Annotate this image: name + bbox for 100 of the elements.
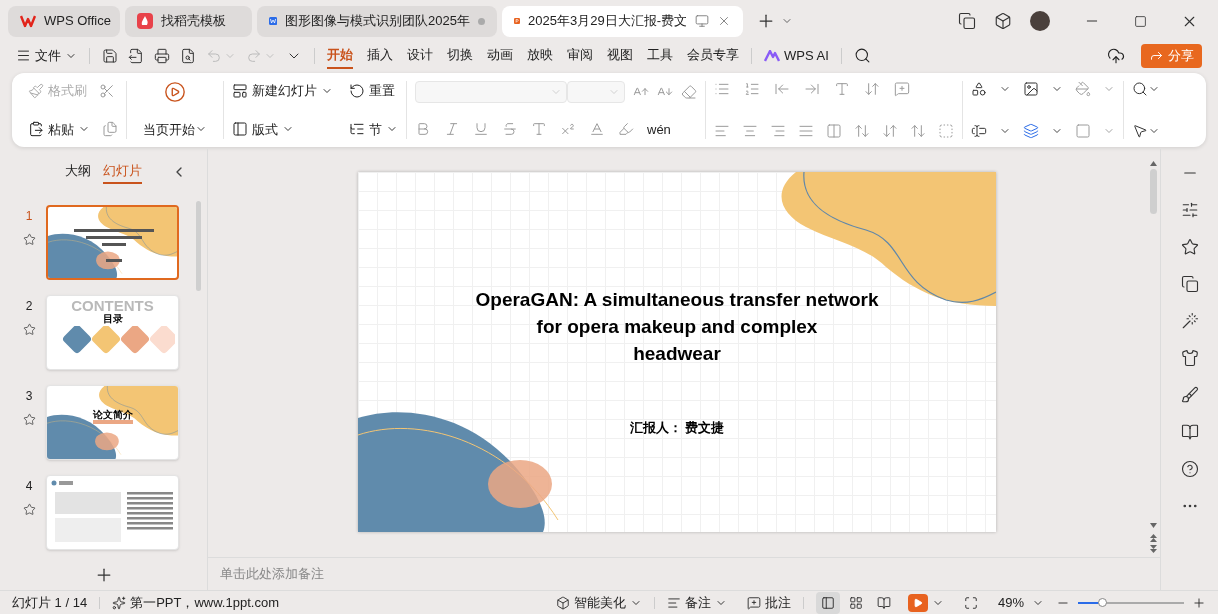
cloud-upload-icon[interactable]	[1107, 46, 1125, 65]
increase-indent-icon[interactable]	[804, 81, 820, 97]
print-icon[interactable]	[154, 47, 170, 64]
star-icon[interactable]	[22, 233, 36, 246]
window-tab[interactable]: 找稻壳模板	[125, 5, 252, 37]
text-box-icon[interactable]	[971, 123, 987, 139]
slide-thumbnail[interactable]	[46, 205, 179, 280]
windows-icon[interactable]	[958, 12, 976, 30]
star-icon[interactable]	[22, 503, 36, 516]
print-preview-icon[interactable]	[180, 47, 196, 64]
reset-button[interactable]: 重置	[349, 81, 398, 101]
beautify-button[interactable]: 智能美化	[555, 592, 642, 613]
template-link[interactable]: 第一PPT，www.1ppt.com	[112, 592, 279, 613]
play-from-current-button[interactable]: 当页开始	[135, 81, 215, 139]
notes-icon[interactable]	[666, 595, 681, 610]
new-slide-icon[interactable]	[232, 82, 248, 99]
zoom-level[interactable]: 49%	[997, 592, 1024, 613]
star-icon[interactable]	[1180, 238, 1199, 256]
numbered-list-icon[interactable]	[744, 81, 760, 97]
redo-icon[interactable]	[246, 47, 262, 64]
slide-thumbnail[interactable]: 论文简介	[46, 385, 179, 460]
new-slide-button[interactable]: 新建幻灯片	[232, 81, 333, 101]
picture-icon[interactable]	[1023, 81, 1039, 97]
scrollbar[interactable]	[196, 201, 201, 291]
cube-icon[interactable]	[994, 12, 1012, 30]
outline-icon[interactable]	[1075, 123, 1091, 139]
notes-button[interactable]: 备注	[666, 592, 727, 613]
grid-view-icon[interactable]	[848, 595, 863, 610]
section-button[interactable]: 节	[349, 119, 398, 139]
line-spacing-icon[interactable]	[910, 123, 926, 139]
reset-icon[interactable]	[349, 82, 365, 99]
text-sort-icon[interactable]	[864, 81, 880, 97]
panel-tab[interactable]: 幻灯片	[103, 160, 142, 184]
fit-window-icon[interactable]	[963, 595, 978, 610]
monitor-icon[interactable]	[695, 14, 709, 28]
shapes-icon[interactable]	[971, 81, 987, 97]
columns-icon[interactable]	[826, 123, 842, 139]
next-slide-icon[interactable]	[1149, 545, 1157, 553]
shirt-icon[interactable]	[1180, 349, 1199, 367]
highlighter-icon[interactable]	[618, 121, 634, 138]
slide-thumbnail[interactable]: CONTENTS 目录	[46, 295, 179, 370]
font-color-icon[interactable]	[589, 121, 605, 138]
paragraph-spacing-icon[interactable]	[854, 123, 870, 139]
justify-icon[interactable]	[798, 123, 814, 139]
bullet-list-icon[interactable]	[714, 81, 730, 97]
scroll-down-icon[interactable]	[1149, 523, 1157, 528]
select-icon[interactable]	[1132, 123, 1148, 139]
scroll-up-icon[interactable]	[1149, 161, 1157, 166]
find-icon[interactable]	[1132, 81, 1148, 97]
align-center-icon[interactable]	[742, 123, 758, 139]
fill-icon[interactable]	[1075, 81, 1091, 97]
star-icon[interactable]	[22, 323, 36, 336]
scissors-icon[interactable]	[99, 82, 115, 99]
reading-view-icon[interactable]	[876, 595, 891, 610]
ribbon-tab[interactable]: 设计	[407, 42, 433, 69]
ribbon-tab[interactable]: 放映	[527, 42, 553, 69]
pinyin-button[interactable]: wén	[647, 119, 671, 139]
smart-art-icon[interactable]	[894, 81, 910, 97]
paste-button[interactable]: 粘贴	[28, 119, 90, 139]
window-tab[interactable]: WPS Office	[8, 5, 120, 37]
zoom-slider[interactable]	[1078, 597, 1184, 608]
view-button[interactable]	[815, 591, 840, 614]
book-search-icon[interactable]	[1180, 423, 1199, 441]
save-icon[interactable]	[102, 47, 118, 64]
previous-slide-icon[interactable]	[1149, 534, 1157, 542]
spacing-icon[interactable]	[882, 123, 898, 139]
play-icon[interactable]	[164, 81, 186, 103]
wps-ai-button[interactable]: WPS AI	[764, 45, 829, 66]
align-left-icon[interactable]	[714, 123, 730, 139]
ribbon-tab[interactable]: 审阅	[567, 42, 593, 69]
ribbon-tab[interactable]: 切换	[447, 42, 473, 69]
ribbon-tab[interactable]: 视图	[607, 42, 633, 69]
layout-icon[interactable]	[232, 121, 248, 138]
ribbon-tab[interactable]: 动画	[487, 42, 513, 69]
copy-icon[interactable]	[102, 121, 118, 138]
align-right-icon[interactable]	[770, 123, 786, 139]
brush-icon[interactable]	[1180, 386, 1199, 404]
eraser-icon[interactable]	[681, 84, 697, 100]
window-tab[interactable]: 2025年3月29日大汇报-费文	[502, 5, 743, 37]
window-tab[interactable]: 图形图像与模式识别团队2025年	[257, 5, 497, 37]
panel-tab[interactable]: 大纲	[65, 160, 91, 184]
sliders-icon[interactable]	[1180, 201, 1199, 219]
ribbon-tab[interactable]: 工具	[647, 42, 673, 69]
zoom-in-icon[interactable]	[1192, 595, 1206, 610]
magic-wand-icon[interactable]	[1180, 312, 1199, 330]
strikethrough-icon[interactable]	[502, 121, 518, 138]
ribbon-tab[interactable]: 会员专享	[687, 42, 739, 69]
file-menu[interactable]: 文件	[16, 45, 77, 66]
clipboard-icon[interactable]	[28, 121, 44, 138]
search-icon[interactable]	[853, 47, 871, 64]
arrange-icon[interactable]	[1023, 123, 1039, 139]
italic-icon[interactable]	[444, 121, 460, 138]
export-icon[interactable]	[128, 47, 144, 64]
normal-view-icon[interactable]	[820, 595, 835, 610]
underline-icon[interactable]	[473, 121, 489, 138]
avatar[interactable]	[1030, 11, 1050, 31]
star-icon[interactable]	[22, 413, 36, 426]
maximize-icon[interactable]	[1134, 14, 1147, 28]
menu-icon[interactable]	[16, 48, 31, 63]
scrollbar-thumb[interactable]	[1149, 169, 1157, 214]
